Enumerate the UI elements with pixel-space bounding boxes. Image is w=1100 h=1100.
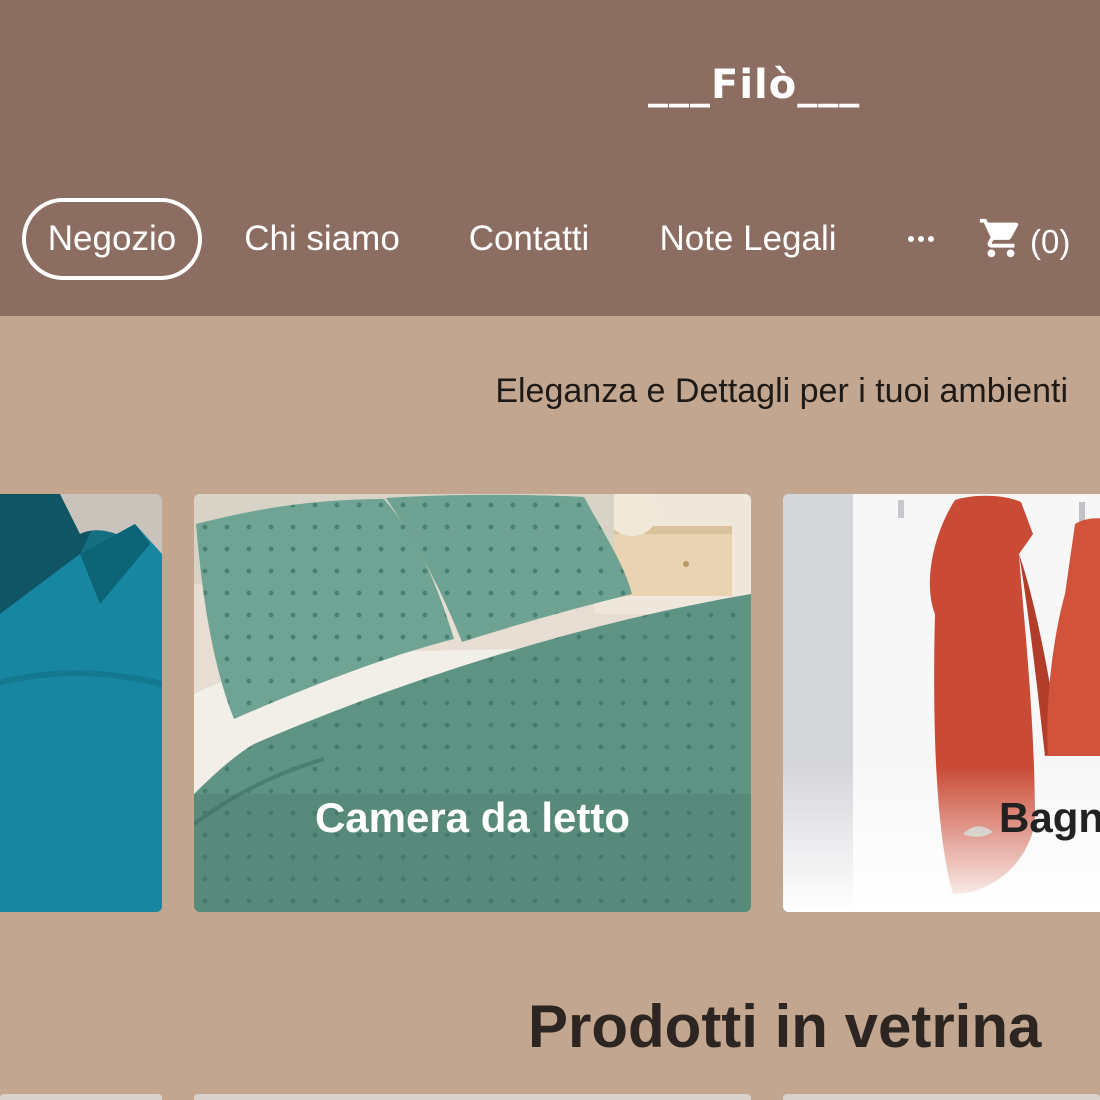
cart-button[interactable]: (0) — [978, 214, 1070, 270]
product-card-peek-2[interactable] — [783, 1094, 1100, 1100]
category-card-0[interactable] — [0, 494, 162, 912]
category-card-camera-da-letto[interactable]: Camera da letto — [194, 494, 751, 912]
category-image-bagno — [783, 494, 1100, 912]
nav-item-negozio[interactable]: Negozio — [22, 198, 202, 280]
category-image-camera-da-letto — [194, 494, 751, 912]
more-horizontal-icon[interactable] — [902, 218, 940, 260]
featured-products-title: Prodotti in vetrina — [528, 993, 1042, 1060]
cart-count: (0) — [1030, 223, 1071, 260]
nav-item-note-legali[interactable]: Note Legali — [652, 198, 844, 280]
shopping-cart-icon — [978, 215, 1024, 269]
nav-item-contatti[interactable]: Contatti — [460, 198, 598, 280]
main-nav: Negozio Chi siamo Contatti Note Legali (… — [0, 198, 1100, 280]
product-card-peek-1[interactable] — [194, 1094, 751, 1100]
category-image-0 — [0, 494, 162, 912]
hero-tagline: Eleganza e Dettagli per i tuoi ambienti — [495, 372, 1068, 410]
site-header: ___Filò___ Negozio Chi siamo Contatti No… — [0, 0, 1100, 316]
nav-item-chi-siamo[interactable]: Chi siamo — [236, 198, 408, 280]
category-label-bagno: Bagno — [999, 794, 1100, 841]
product-card-peek-0[interactable] — [0, 1094, 162, 1100]
site-logo[interactable]: ___Filò___ — [648, 62, 860, 108]
category-card-bagno[interactable]: Bagno — [783, 494, 1100, 912]
category-label-camera-da-letto: Camera da letto — [314, 794, 631, 841]
